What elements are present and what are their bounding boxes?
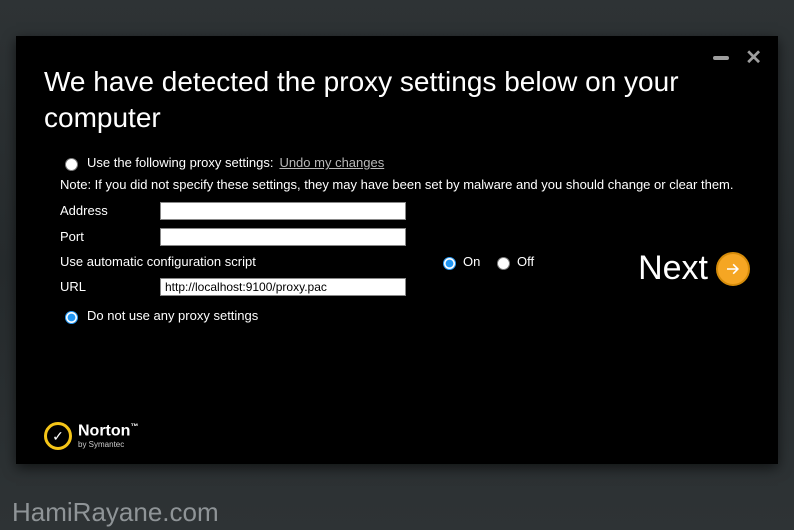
titlebar-controls: ✕ [713, 48, 762, 68]
watermark-text: HamiRayane.com [12, 497, 219, 528]
next-button[interactable]: Next [638, 249, 750, 288]
auto-config-off-radio[interactable] [497, 257, 510, 270]
norton-check-icon: ✓ [44, 422, 72, 450]
url-label: URL [60, 279, 160, 294]
no-proxy-option[interactable]: Do not use any proxy settings [60, 308, 750, 324]
use-proxy-label: Use the following proxy settings: [87, 155, 273, 170]
port-input[interactable] [160, 228, 406, 246]
url-input[interactable] [160, 278, 406, 296]
off-label: Off [517, 254, 534, 269]
page-title: We have detected the proxy settings belo… [44, 64, 750, 137]
use-proxy-radio[interactable] [65, 158, 78, 171]
arrow-right-icon [716, 252, 750, 286]
address-label: Address [60, 203, 160, 218]
auto-config-label: Use automatic configuration script [60, 254, 438, 269]
undo-changes-link[interactable]: Undo my changes [279, 155, 384, 170]
minimize-icon[interactable] [713, 56, 729, 60]
malware-note: Note: If you did not specify these setti… [60, 177, 750, 192]
norton-brand-name: Norton [78, 422, 130, 439]
auto-config-on-radio[interactable] [443, 257, 456, 270]
address-input[interactable] [160, 202, 406, 220]
next-label: Next [638, 249, 708, 288]
on-label: On [463, 254, 480, 269]
norton-byline: by Symantec [78, 441, 138, 449]
norton-logo: ✓ Norton™ by Symantec [44, 422, 138, 450]
close-icon[interactable]: ✕ [745, 48, 762, 68]
port-label: Port [60, 229, 160, 244]
use-proxy-option[interactable]: Use the following proxy settings: Undo m… [60, 155, 750, 171]
no-proxy-label: Do not use any proxy settings [87, 308, 258, 323]
proxy-settings-dialog: ✕ We have detected the proxy settings be… [16, 36, 778, 464]
norton-tm: ™ [130, 422, 138, 431]
no-proxy-radio[interactable] [65, 311, 78, 324]
